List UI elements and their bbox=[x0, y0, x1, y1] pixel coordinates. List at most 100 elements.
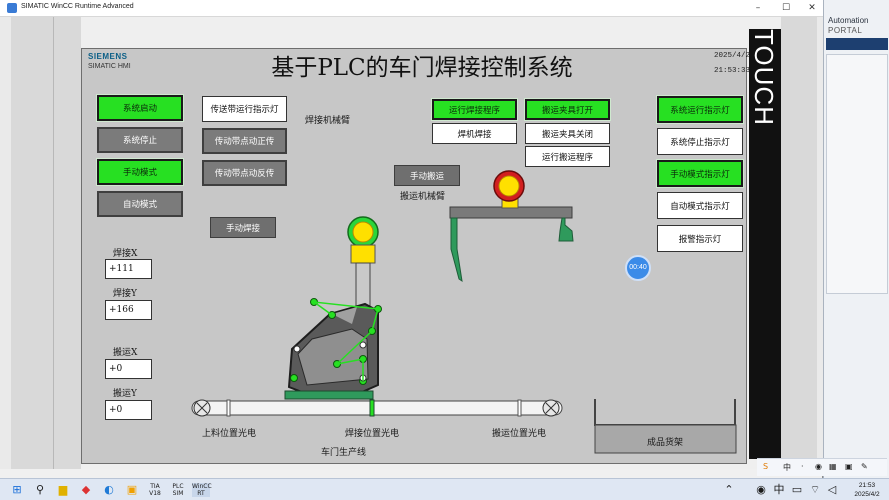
runtime-window: SIMATIC WinCC Runtime Advanced – ☐ ✕ TOU… bbox=[0, 0, 823, 488]
ime-mode[interactable]: 中 bbox=[783, 462, 791, 473]
ime-tray-icon[interactable]: 中 bbox=[772, 483, 786, 497]
weld-green-lamp bbox=[347, 216, 379, 248]
tia-brand-name: Automation bbox=[828, 16, 869, 25]
skin-icon[interactable]: ✎ bbox=[861, 462, 868, 471]
transport-y-label: 搬运Y bbox=[113, 389, 137, 399]
transport-sensor-mark bbox=[517, 399, 522, 417]
transport-sensor-label: 搬运位置光电 bbox=[492, 429, 547, 439]
minimize-button[interactable]: – bbox=[747, 0, 769, 17]
app-icon-orange[interactable]: ▣ bbox=[125, 483, 139, 497]
weld-x-field[interactable]: +111 bbox=[105, 259, 152, 279]
volume-icon[interactable]: ◁ bbox=[825, 483, 839, 497]
transport-arm-right-gripper bbox=[558, 217, 574, 242]
device-bezel-right bbox=[781, 17, 817, 469]
keyboard-icon[interactable]: ▦ bbox=[829, 462, 837, 471]
system-stop-indicator: 系统停止指示灯 bbox=[657, 128, 743, 155]
microphone-icon[interactable]: ◉ bbox=[815, 462, 822, 471]
weld-y-field[interactable]: +166 bbox=[105, 300, 152, 320]
page-title: 基于PLC的车门焊接控制系统 bbox=[271, 55, 573, 81]
network-icon[interactable]: ⌔ bbox=[808, 483, 822, 497]
tia-brand-sub: PORTAL bbox=[828, 26, 863, 35]
wincc-app-icon bbox=[7, 3, 17, 13]
weld-arm-label: 焊接机械臂 bbox=[305, 116, 351, 126]
transport-arm-label: 搬运机械臂 bbox=[400, 192, 446, 202]
transport-arm-beam bbox=[449, 206, 573, 219]
manual-transport-button[interactable]: 手动搬运 bbox=[394, 165, 460, 186]
production-line-label: 车门生产线 bbox=[321, 448, 367, 458]
car-door-window bbox=[332, 307, 357, 324]
device-bezel-left bbox=[11, 17, 81, 469]
hmi-date: 2025/4/2 bbox=[714, 52, 751, 60]
app-icon-red[interactable]: ◆ bbox=[79, 483, 93, 497]
car-door-frame bbox=[287, 302, 379, 393]
edge-browser-icon[interactable]: ◐ bbox=[102, 483, 116, 497]
simatic-hmi-label: SIMATIC HMI bbox=[88, 63, 131, 70]
transport-red-lamp bbox=[493, 170, 525, 202]
welder-weld-button[interactable]: 焊机焊接 bbox=[432, 123, 517, 144]
taskbar: ⊞ ⚲ ▆ ◆ ◐ ▣ TIA V18 PLC SIM WinCC RT ⌃ ◉… bbox=[0, 478, 889, 500]
tia-side-panel bbox=[826, 54, 888, 294]
weld-sensor-label: 焊接位置光电 bbox=[345, 429, 400, 439]
taskbar-clock[interactable]: 21:53 2025/4/2 bbox=[848, 481, 886, 499]
run-weld-program-button[interactable]: 运行焊接程序 bbox=[431, 98, 518, 121]
search-icon[interactable]: ⚲ bbox=[33, 483, 47, 497]
timer-bubble[interactable]: 00:40 bbox=[625, 255, 651, 281]
conveyor-run-indicator: 传送带运行指示灯 bbox=[202, 96, 287, 122]
weld-y-label: 焊接Y bbox=[113, 289, 137, 299]
shelf-label: 成品货架 bbox=[647, 438, 684, 448]
chevron-up-icon[interactable]: ⌃ bbox=[722, 483, 736, 497]
wincc-runtime-taskbar-icon[interactable]: WinCC RT bbox=[192, 483, 212, 497]
transport-lamp-core bbox=[498, 175, 520, 197]
file-explorer-icon[interactable]: ▆ bbox=[56, 483, 70, 497]
weld-x-label: 焊接X bbox=[113, 249, 138, 259]
transport-lamp-base bbox=[501, 196, 519, 209]
punctuation-icon[interactable]: · bbox=[801, 462, 804, 471]
load-sensor-label: 上料位置光电 bbox=[202, 429, 257, 439]
manual-mode-button[interactable]: 手动模式 bbox=[96, 158, 184, 186]
ime-toolbar: S 中 · ◉ ▦ ▣ ✎ bbox=[757, 458, 887, 476]
transport-x-label: 搬运X bbox=[113, 348, 138, 358]
tia-portal-taskbar-icon[interactable]: TIA V18 bbox=[146, 483, 164, 497]
touch-label-band: TOUCH bbox=[749, 29, 781, 459]
conveyor-belt bbox=[191, 400, 563, 416]
touch-label: TOUCH bbox=[749, 29, 779, 126]
load-sensor-mark bbox=[226, 399, 231, 417]
auto-mode-button[interactable]: 自动模式 bbox=[97, 191, 183, 217]
conveyor-jog-reverse-button[interactable]: 传动带点动反传 bbox=[202, 160, 287, 186]
tia-portal-brand: Automation PORTAL bbox=[828, 16, 868, 36]
siemens-logo: SIEMENS bbox=[88, 52, 128, 61]
toolbox-icon[interactable]: ▣ bbox=[845, 462, 853, 471]
weld-arm-head bbox=[350, 244, 376, 264]
manual-mode-indicator: 手动模式指示灯 bbox=[656, 159, 744, 188]
system-stop-button[interactable]: 系统停止 bbox=[97, 127, 183, 153]
close-button[interactable]: ✕ bbox=[801, 0, 823, 17]
door-fixture-plate bbox=[284, 390, 374, 400]
windows-start-icon[interactable]: ⊞ bbox=[10, 483, 24, 497]
plcsim-taskbar-icon[interactable]: PLC SIM bbox=[169, 483, 187, 497]
system-start-button[interactable]: 系统启动 bbox=[96, 94, 184, 122]
transport-x-field[interactable]: +0 bbox=[105, 359, 152, 379]
hmi-time: 21:53:33 bbox=[714, 67, 751, 75]
taskbar-date: 2025/4/2 bbox=[854, 491, 880, 498]
run-transport-program-button[interactable]: 运行搬运程序 bbox=[525, 146, 610, 167]
maximize-button[interactable]: ☐ bbox=[775, 0, 797, 17]
conveyor-roller-left bbox=[193, 399, 211, 417]
shelf-frame bbox=[594, 399, 736, 426]
clamp-open-button[interactable]: 搬运夹具打开 bbox=[524, 98, 611, 121]
system-running-indicator: 系统运行指示灯 bbox=[656, 95, 744, 124]
hmi-viewport: TOUCH SIEMENS SIMATIC HMI 基于PLC的车门焊接控制系统… bbox=[0, 17, 823, 488]
window-title: SIMATIC WinCC Runtime Advanced bbox=[21, 3, 134, 10]
weld-lamp-core bbox=[352, 221, 374, 243]
transport-y-field[interactable]: +0 bbox=[105, 400, 152, 420]
clamp-close-button[interactable]: 搬运夹具关闭 bbox=[525, 123, 610, 144]
manual-weld-button[interactable]: 手动焊接 bbox=[210, 217, 276, 238]
weld-path bbox=[311, 300, 379, 381]
sogou-icon[interactable]: S bbox=[763, 462, 768, 471]
tray-app-icon[interactable]: ▭ bbox=[790, 483, 804, 497]
microphone-tray-icon[interactable]: ◉ bbox=[754, 483, 768, 497]
conveyor-roller-right bbox=[542, 399, 560, 417]
conveyor-roller-right-mark bbox=[545, 402, 557, 414]
conveyor-jog-forward-button[interactable]: 传动带点动正传 bbox=[202, 128, 287, 154]
weld-torch bbox=[356, 348, 370, 380]
background-app-panel: Automation PORTAL bbox=[823, 0, 889, 478]
